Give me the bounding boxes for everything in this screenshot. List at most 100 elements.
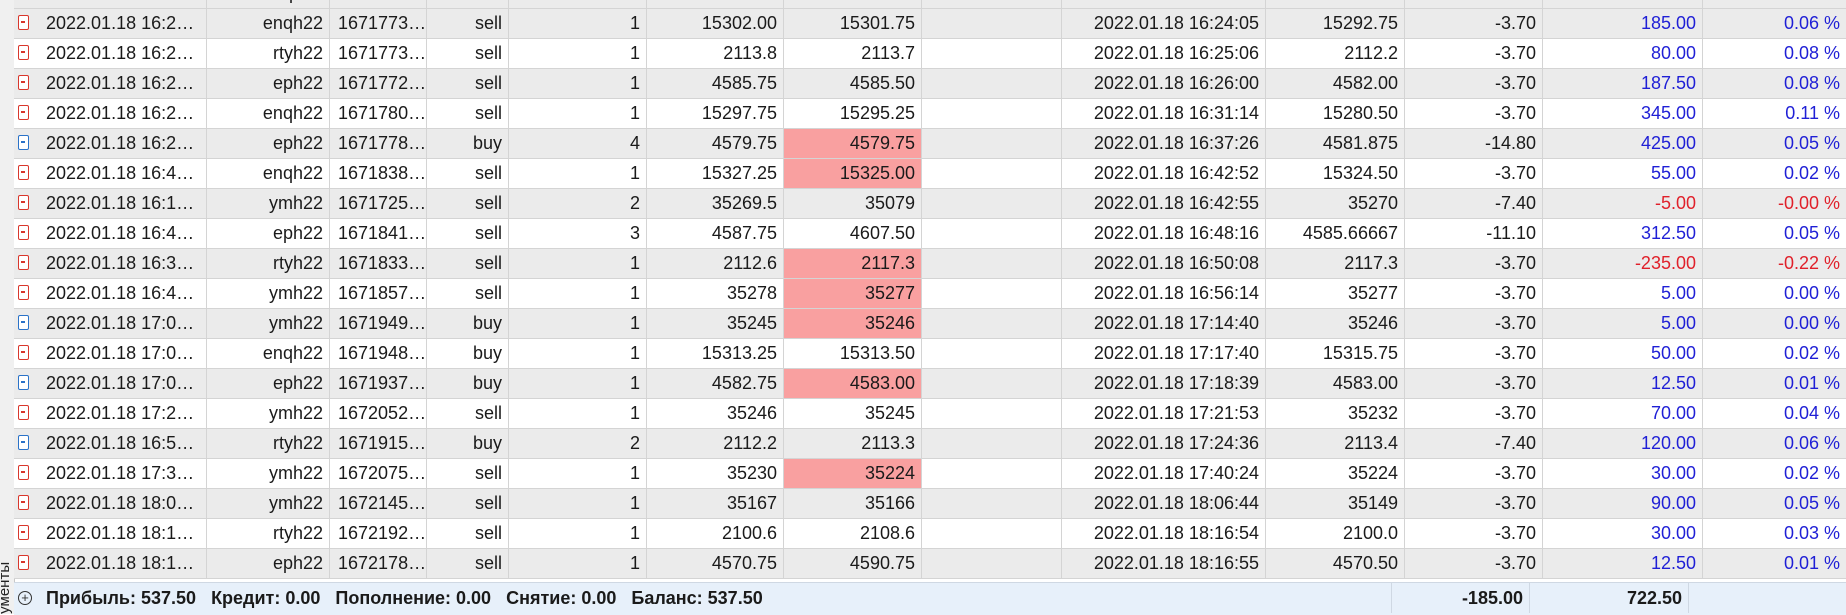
profit-cell: 185.00 (1543, 9, 1703, 38)
close-time-cell: 2022.01.18 16:50:08 (1062, 249, 1266, 278)
price-cell: 15324.50 (647, 0, 784, 8)
table-row[interactable]: 2022.01.18 18:1… eph22 1672178… sell 1 4570.7… (14, 549, 1846, 579)
price-cell: 15327.25 (647, 159, 784, 188)
close-price-cell: 15292.75 (1266, 9, 1405, 38)
symbol-cell: enqh22 (207, 9, 330, 38)
table-row[interactable]: 2022.01.18 17:3… ymh22 1672075… sell 1 35230 3… (14, 459, 1846, 489)
commission-cell: -14.80 (1405, 129, 1543, 158)
close-price-cell: 15324.50 (1266, 159, 1405, 188)
sl-cell: 4579.75 (784, 129, 922, 158)
table-row[interactable]: 2022.01.18 17:0… eph22 1671937… buy 1 4582.75… (14, 369, 1846, 399)
tp-cell (922, 369, 1062, 398)
sell-deal-icon (18, 75, 29, 90)
percent-cell: 0.08 % (1783, 73, 1840, 93)
table-row[interactable]: 2022.01.18 16:2… eph22 1671778… buy 4 4579.75… (14, 129, 1846, 159)
deal-icon-cell (14, 159, 34, 188)
table-row[interactable]: 2022.01.18 18:0… ymh22 1672145… sell 1 35167 3… (14, 489, 1846, 519)
open-time-cell: 2022.01.18 16:2… (34, 129, 207, 158)
symbol-cell: rtyh22 (207, 519, 330, 548)
table-row[interactable]: 2022.01.18 17:2… ymh22 1672052… sell 1 35246 3… (14, 399, 1846, 429)
sl-cell: 15313.50 (784, 339, 922, 368)
close-price-cell: 35277 (1266, 279, 1405, 308)
table-row[interactable]: 2022.01.18 17:0… ymh22 1671949… buy 1 35245 35… (14, 309, 1846, 339)
price-cell: 35230 (647, 459, 784, 488)
price-cell: 35269.5 (647, 189, 784, 218)
sl-cell: 15295.25 (784, 99, 922, 128)
table-row[interactable]: 2022.01.18 16:3… rtyh22 1671833… sell 1 2112.… (14, 249, 1846, 279)
sell-deal-icon (18, 15, 29, 30)
order-cell: 1671833… (330, 249, 427, 278)
type-cell: sell (427, 0, 509, 8)
sell-deal-icon (18, 555, 29, 570)
sl-cell: 35224 (784, 459, 922, 488)
table-row[interactable]: 2022.01.18 16:2… enqh22 1671780… sell 1 15297… (14, 99, 1846, 129)
table-row[interactable]: 2022.01.18 16:5… rtyh22 1671915… buy 2 2112.2… (14, 429, 1846, 459)
percent-cell: 0.11 % (1785, 103, 1840, 123)
sell-deal-icon (18, 405, 29, 420)
order-cell: 1671949… (330, 309, 427, 338)
deal-icon-cell (14, 339, 34, 368)
toolbox-sidebar[interactable]: рументы (0, 0, 15, 614)
sl-cell: 4583.00 (784, 369, 922, 398)
percent-cell: 0.04 % (1703, 0, 1846, 8)
table-row[interactable]: 2022.01.18 16:1…enqh221671774…sell115324… (14, 0, 1846, 9)
tp-cell (922, 0, 1062, 8)
order-cell: 1671857… (330, 279, 427, 308)
close-price-cell: 4581.875 (1266, 129, 1405, 158)
commission-cell: -3.70 (1405, 99, 1543, 128)
type-cell: sell (427, 9, 509, 38)
close-price-cell: 2117.3 (1266, 249, 1405, 278)
toolbox-tab-label[interactable]: рументы (0, 532, 13, 614)
volume-cell: 1 (509, 309, 647, 338)
percent-cell: 0.01 % (1783, 553, 1840, 573)
history-table: 2022.01.18 16:1…enqh221671774…sell115324… (14, 0, 1846, 579)
profit-cell: 80.00 (1543, 39, 1703, 68)
type-cell: sell (427, 69, 509, 98)
type-cell: sell (427, 399, 509, 428)
profit-cell: 5.00 (1543, 309, 1703, 338)
percent-cell: -0.00 % (1777, 193, 1840, 213)
symbol-cell: rtyh22 (207, 429, 330, 458)
sl-cell: 35245 (784, 399, 922, 428)
symbol-cell: enqh22 (207, 159, 330, 188)
table-row[interactable]: 2022.01.18 17:0… enqh22 1671948… buy 1 15313.… (14, 339, 1846, 369)
table-row[interactable]: 2022.01.18 16:2… rtyh22 1671773… sell 1 2113.… (14, 39, 1846, 69)
table-row[interactable]: 2022.01.18 16:4… enqh22 1671838… sell 1 15327… (14, 159, 1846, 189)
deal-icon-cell (14, 189, 34, 218)
close-time-cell: 2022.01.18 17:21:53 (1062, 399, 1266, 428)
commission-cell: -3.70 (1405, 549, 1543, 578)
table-row[interactable]: 2022.01.18 16:4… eph22 1671841… sell 3 4587.7… (14, 219, 1846, 249)
order-cell: 1671937… (330, 369, 427, 398)
type-cell: sell (427, 249, 509, 278)
sell-deal-icon (18, 345, 29, 360)
table-row[interactable]: 2022.01.18 16:2… enqh22 1671773… sell 1 15302… (14, 9, 1846, 39)
commission-cell: -3.70 (1405, 489, 1543, 518)
tp-cell (922, 489, 1062, 518)
symbol-cell: eph22 (207, 69, 330, 98)
close-time-cell: 2022.01.18 16:24:05 (1062, 9, 1266, 38)
close-time-cell: 2022.01.18 16:23:31 (1062, 0, 1266, 8)
profit-cell: 5.00 (1543, 279, 1703, 308)
volume-cell: 3 (509, 219, 647, 248)
table-row[interactable]: 2022.01.18 16:1… ymh22 1671725… sell 2 35269.… (14, 189, 1846, 219)
price-cell: 4587.75 (647, 219, 784, 248)
table-row[interactable]: 2022.01.18 16:4… ymh22 1671857… sell 1 35278 3… (14, 279, 1846, 309)
summary-withdrawal: Снятие: 0.00 (506, 588, 617, 608)
table-row[interactable]: 2022.01.18 16:2… eph22 1671772… sell 1 4585.7… (14, 69, 1846, 99)
type-cell: sell (427, 219, 509, 248)
open-time-cell: 2022.01.18 18:0… (34, 489, 207, 518)
percent-cell: -0.22 % (1777, 253, 1840, 273)
profit-cell: 120.00 (1543, 429, 1703, 458)
close-time-cell: 2022.01.18 17:17:40 (1062, 339, 1266, 368)
expand-plus-icon[interactable]: + (18, 591, 32, 605)
percent-cell: 0.08 % (1783, 43, 1840, 63)
buy-deal-icon (18, 375, 29, 390)
table-row[interactable]: 2022.01.18 18:1… rtyh22 1672192… sell 1 2100.… (14, 519, 1846, 549)
tp-cell (922, 129, 1062, 158)
sl-cell: 4607.50 (784, 219, 922, 248)
sl-cell: 4590.75 (784, 549, 922, 578)
percent-cell: 0.05 % (1783, 493, 1840, 513)
close-price-cell: 4583.00 (1266, 369, 1405, 398)
open-time-cell: 2022.01.18 17:2… (34, 399, 207, 428)
open-time-cell: 2022.01.18 16:5… (34, 429, 207, 458)
